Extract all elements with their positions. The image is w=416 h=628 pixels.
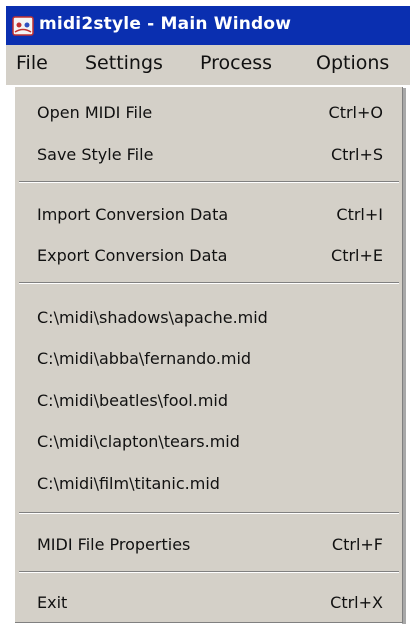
menu-item-shortcut: Ctrl+I — [336, 205, 383, 224]
window-title: midi2style - Main Window — [39, 14, 292, 34]
menu-item-label: MIDI File Properties — [37, 535, 191, 554]
recent-file-item[interactable]: C:\midi\beatles\fool.mid — [15, 383, 403, 419]
menu-item-shortcut: Ctrl+S — [330, 145, 383, 164]
menu-item-label: Import Conversion Data — [37, 205, 229, 224]
menu-separator — [19, 181, 399, 183]
main-window: midi2style - Main Window File Settings P… — [0, 0, 416, 628]
menu-item-label: Export Conversion Data — [37, 246, 228, 265]
recent-file-item[interactable]: C:\midi\abba\fernando.mid — [15, 341, 403, 377]
menu-process[interactable]: Process — [200, 52, 272, 78]
menu-options[interactable]: Options — [316, 52, 389, 78]
menu-item-label: Exit — [37, 593, 68, 612]
menu-separator — [19, 512, 399, 514]
menu-item-label: Save Style File — [37, 145, 154, 164]
menu-bar: File Settings Process Options — [6, 45, 410, 85]
menu-item-exit[interactable]: Exit Ctrl+X — [15, 585, 403, 621]
recent-file-label: C:\midi\clapton\tears.mid — [37, 432, 240, 451]
menu-file[interactable]: File — [16, 52, 48, 78]
menu-item-label: Open MIDI File — [37, 103, 153, 122]
file-menu-dropdown: Open MIDI File Ctrl+O Save Style File Ct… — [14, 86, 403, 623]
app-icon — [12, 16, 34, 36]
menu-item-midi-properties[interactable]: MIDI File Properties Ctrl+F — [15, 527, 403, 563]
recent-file-item[interactable]: C:\midi\film\titanic.mid — [15, 466, 403, 502]
recent-file-label: C:\midi\beatles\fool.mid — [37, 391, 228, 410]
menu-item-import-conversion[interactable]: Import Conversion Data Ctrl+I — [15, 197, 403, 233]
recent-file-label: C:\midi\film\titanic.mid — [37, 474, 220, 493]
recent-file-item[interactable]: C:\midi\clapton\tears.mid — [15, 424, 403, 460]
recent-file-label: C:\midi\abba\fernando.mid — [37, 349, 252, 368]
menu-item-open-midi[interactable]: Open MIDI File Ctrl+O — [15, 95, 403, 131]
menu-item-shortcut: Ctrl+E — [331, 246, 383, 265]
menu-item-shortcut: Ctrl+O — [328, 103, 383, 122]
title-bar[interactable]: midi2style - Main Window — [6, 6, 410, 45]
recent-file-item[interactable]: C:\midi\shadows\apache.mid — [15, 300, 403, 336]
menu-item-shortcut: Ctrl+F — [331, 535, 383, 554]
menu-settings[interactable]: Settings — [85, 52, 163, 78]
menu-separator — [19, 571, 399, 573]
recent-file-label: C:\midi\shadows\apache.mid — [37, 308, 268, 327]
menu-item-shortcut: Ctrl+X — [330, 593, 383, 612]
menu-separator — [19, 282, 399, 284]
menu-item-save-style[interactable]: Save Style File Ctrl+S — [15, 137, 403, 173]
menu-item-export-conversion[interactable]: Export Conversion Data Ctrl+E — [15, 238, 403, 274]
